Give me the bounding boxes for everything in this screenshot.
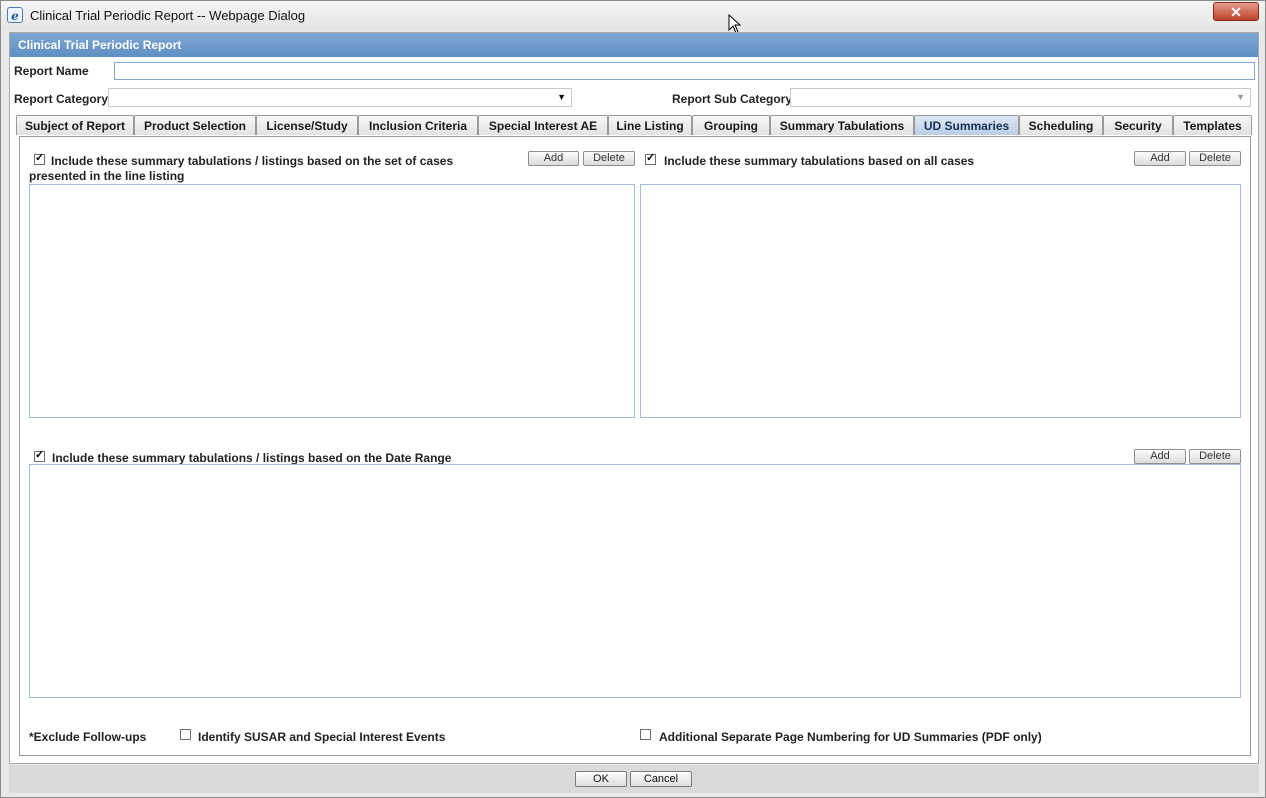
report-category-label: Report Category xyxy=(14,92,109,106)
ok-button[interactable]: OK xyxy=(575,771,627,787)
separate-page-numbering-checkbox[interactable] xyxy=(640,729,651,740)
title-bar[interactable]: e Clinical Trial Periodic Report -- Webp… xyxy=(1,1,1265,34)
all-cases-add-button[interactable]: Add xyxy=(1134,151,1186,166)
mouse-cursor-icon xyxy=(728,14,742,34)
report-name-label: Report Name xyxy=(14,64,89,78)
ud-summaries-tab-content: ✓ Include these summary tabulations / li… xyxy=(19,136,1251,756)
date-range-add-button[interactable]: Add xyxy=(1134,449,1186,464)
close-button[interactable]: ✕ xyxy=(1213,2,1259,21)
check-icon: ✓ xyxy=(35,449,45,461)
tab-grouping[interactable]: Grouping xyxy=(692,115,770,135)
tab-special-interest-ae[interactable]: Special Interest AE xyxy=(478,115,608,135)
tab-line-listing[interactable]: Line Listing xyxy=(608,115,692,135)
all-cases-list[interactable] xyxy=(640,184,1241,418)
report-sub-category-select[interactable]: ▼ xyxy=(790,88,1251,107)
line-listing-section-label: Include these summary tabulations / list… xyxy=(29,154,454,183)
panel-header: Clinical Trial Periodic Report xyxy=(10,33,1258,57)
separate-page-numbering-label: Additional Separate Page Numbering for U… xyxy=(659,730,1042,744)
tab-inclusion-criteria[interactable]: Inclusion Criteria xyxy=(358,115,478,135)
line-listing-add-button[interactable]: Add xyxy=(528,151,579,166)
report-panel: Clinical Trial Periodic Report Report Na… xyxy=(9,32,1259,764)
tab-subject-of-report[interactable]: Subject of Report xyxy=(16,115,134,135)
tab-scheduling[interactable]: Scheduling xyxy=(1019,115,1103,135)
tab-product-selection[interactable]: Product Selection xyxy=(134,115,256,135)
line-listing-list[interactable] xyxy=(29,184,635,418)
all-cases-section-label: Include these summary tabulations based … xyxy=(664,154,975,168)
cancel-button[interactable]: Cancel xyxy=(630,771,692,787)
tab-templates[interactable]: Templates xyxy=(1173,115,1252,135)
line-listing-delete-button[interactable]: Delete xyxy=(583,151,635,166)
all-cases-delete-button[interactable]: Delete xyxy=(1189,151,1241,166)
window-title: Clinical Trial Periodic Report -- Webpag… xyxy=(30,8,306,23)
identify-susar-checkbox[interactable] xyxy=(180,729,191,740)
tab-license-study[interactable]: License/Study xyxy=(256,115,358,135)
report-sub-category-label: Report Sub Category xyxy=(672,92,793,106)
dialog-footer: OK Cancel xyxy=(9,765,1259,793)
tab-summary-tabulations[interactable]: Summary Tabulations xyxy=(770,115,914,135)
report-category-select[interactable]: ▼ xyxy=(108,88,572,107)
check-icon: ✓ xyxy=(646,152,656,164)
all-cases-checkbox[interactable]: ✓ xyxy=(645,152,656,165)
chevron-down-icon: ▼ xyxy=(557,92,566,102)
exclude-followups-label[interactable]: *Exclude Follow-ups xyxy=(29,730,146,745)
report-name-input[interactable] xyxy=(114,62,1255,80)
date-range-delete-button[interactable]: Delete xyxy=(1189,449,1241,464)
tab-ud-summaries[interactable]: UD Summaries xyxy=(914,115,1019,135)
ie-icon: e xyxy=(7,7,23,23)
tab-security[interactable]: Security xyxy=(1103,115,1173,135)
date-range-checkbox[interactable]: ✓ xyxy=(34,449,45,462)
dialog-window: e Clinical Trial Periodic Report -- Webp… xyxy=(0,0,1266,798)
identify-susar-label: Identify SUSAR and Special Interest Even… xyxy=(198,730,446,744)
chevron-down-icon: ▼ xyxy=(1236,92,1245,102)
date-range-list[interactable] xyxy=(29,464,1241,698)
